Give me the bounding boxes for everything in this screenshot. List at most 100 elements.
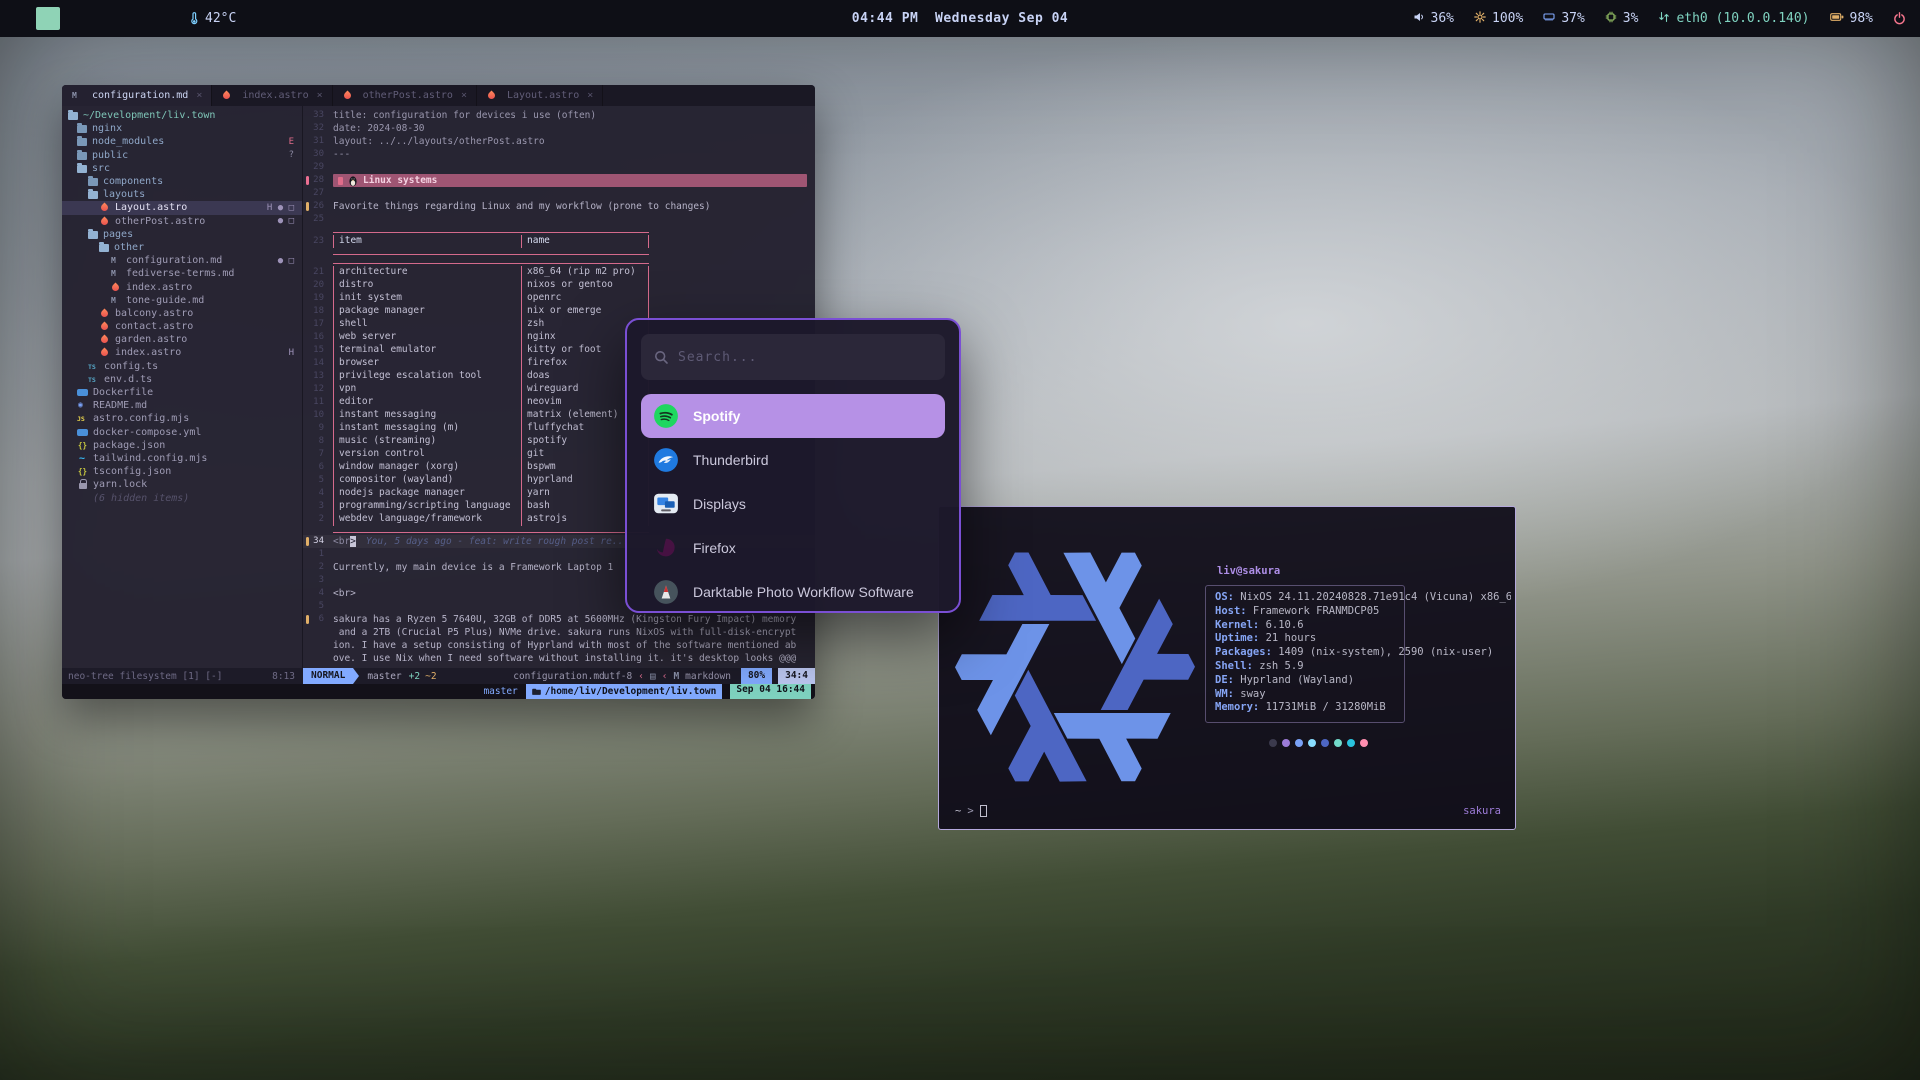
tree-item[interactable]: astro.config.mjs <box>62 412 302 425</box>
table-border-line <box>333 250 649 255</box>
close-icon[interactable]: × <box>461 90 467 101</box>
git-status-marker: ? <box>289 150 298 160</box>
markdown-heading-line[interactable]: 28 Linux systems <box>303 174 815 187</box>
tree-item[interactable]: balcony.astro <box>62 307 302 320</box>
tree-item[interactable]: env.d.ts <box>62 373 302 386</box>
editor-tab[interactable]: otherPost.astro × <box>333 85 477 106</box>
tree-item[interactable]: contact.astro <box>62 320 302 333</box>
tree-item[interactable]: Layout.astro H ● □ <box>62 201 302 214</box>
shell-prompt[interactable]: ~ > <box>955 805 987 817</box>
folder-icon <box>532 687 541 696</box>
tree-item[interactable]: README.md <box>62 399 302 412</box>
memory-module[interactable]: 37% <box>1543 11 1584 27</box>
app-label: Displays <box>693 496 746 512</box>
close-icon[interactable]: × <box>587 90 593 101</box>
clock[interactable]: 04:44 PM Wednesday Sep 04 <box>852 11 1069 26</box>
workspace-button[interactable] <box>92 7 116 30</box>
info-line: DE: Hyprland (Wayland) <box>1215 674 1511 688</box>
tree-root[interactable]: ~/Development/liv.town <box>62 109 302 122</box>
tree-item[interactable]: Dockerfile <box>62 386 302 399</box>
close-icon[interactable]: × <box>317 90 323 101</box>
tree-item[interactable]: tailwind.config.mjs <box>62 452 302 465</box>
file-icon <box>110 268 121 279</box>
tree-item[interactable]: fediverse-terms.md <box>62 267 302 280</box>
launcher-item[interactable]: Thunderbird <box>641 438 945 482</box>
filetype-icon <box>342 90 353 101</box>
tree-item[interactable]: (6 hidden items) <box>62 491 302 504</box>
neo-tree-panel[interactable]: ~/Development/liv.town nginx node_module… <box>62 106 303 668</box>
frontmatter-lines: 33title: configuration for devices i use… <box>303 109 815 174</box>
tree-item[interactable]: otherPost.astro ● □ <box>62 215 302 228</box>
tree-item[interactable]: nginx <box>62 122 302 135</box>
launcher-item[interactable]: Spotify <box>641 394 945 438</box>
buffer-line[interactable]: 33title: configuration for devices i use… <box>303 109 815 122</box>
workspace-button[interactable] <box>148 7 172 30</box>
launcher-item[interactable]: Darktable Photo Workflow Software <box>641 570 945 613</box>
info-line: Packages: 1409 (nix-system), 2590 (nix-u… <box>1215 646 1511 660</box>
buffer-line[interactable]: and a 2TB (Crucial P5 Plus) NVMe drive. … <box>303 626 815 639</box>
search-box[interactable] <box>641 334 945 380</box>
fastfetch-terminal[interactable]: liv@sakura OS: NixOS 24.11.20240828.71e9… <box>938 506 1516 830</box>
tree-item[interactable]: garden.astro <box>62 333 302 346</box>
buffer-line[interactable]: 27 <box>303 187 815 200</box>
buffer-line[interactable]: 25 <box>303 213 815 226</box>
tree-item[interactable]: layouts <box>62 188 302 201</box>
editor-tab[interactable]: index.astro × <box>212 85 332 106</box>
brightness-module[interactable]: 100% <box>1474 11 1523 27</box>
buffer-line[interactable]: 6sakura has a Ryzen 5 7640U, 32GB of DDR… <box>303 613 815 626</box>
workspace-button[interactable] <box>64 7 88 30</box>
editor-tab[interactable]: Layout.astro × <box>477 85 603 106</box>
tree-item[interactable]: configuration.md ● □ <box>62 254 302 267</box>
tree-item[interactable]: components <box>62 175 302 188</box>
buffer-line[interactable]: 31layout: ../../layouts/otherPost.astro <box>303 135 815 148</box>
network-module[interactable]: eth0 (10.0.0.140) <box>1658 11 1809 27</box>
buffer-line[interactable]: ove. I use Nix when I need software with… <box>303 652 815 665</box>
table-row: 18 package manager nix or emerge <box>303 305 815 318</box>
close-icon[interactable]: × <box>196 90 202 101</box>
tree-item[interactable]: src <box>62 162 302 175</box>
tree-item[interactable]: other <box>62 241 302 254</box>
bufferline: configuration.md × index.astro × otherPo… <box>62 85 815 106</box>
power-button[interactable] <box>1893 12 1906 25</box>
workspace-button[interactable] <box>36 7 60 30</box>
volume-module[interactable]: 36% <box>1413 11 1454 27</box>
tree-item[interactable]: yarn.lock <box>62 478 302 491</box>
git-status-marker: H ● □ <box>267 203 298 213</box>
workspace-button[interactable] <box>8 7 32 30</box>
buffer-line[interactable]: 32date: 2024-08-30 <box>303 122 815 135</box>
battery-module[interactable]: 98% <box>1830 11 1873 26</box>
launcher-item[interactable]: Displays <box>641 482 945 526</box>
git-changed: ~2 <box>425 671 436 682</box>
table-border <box>303 257 815 266</box>
workspace-button[interactable] <box>120 7 144 30</box>
tree-item[interactable]: index.astro H <box>62 346 302 359</box>
file-icon <box>110 282 121 293</box>
tree-item[interactable]: package.json <box>62 439 302 452</box>
tree-item[interactable]: node_modules E <box>62 135 302 148</box>
buffer-line[interactable]: 29 <box>303 161 815 174</box>
tree-item[interactable]: public ? <box>62 149 302 162</box>
speaker-icon <box>1413 11 1425 27</box>
editor-tab[interactable]: configuration.md × <box>62 85 212 106</box>
git-branch: master <box>367 671 401 682</box>
buffer-line[interactable]: ion. I have a setup consisting of Hyprla… <box>303 639 815 652</box>
tree-item[interactable]: tone-guide.md <box>62 294 302 307</box>
app-launcher[interactable]: Spotify Thunderbird Disp <box>625 318 961 613</box>
tree-item[interactable]: tsconfig.json <box>62 465 302 478</box>
spotify-icon <box>653 403 679 429</box>
battery-icon <box>1830 11 1844 26</box>
tree-item[interactable]: config.ts <box>62 360 302 373</box>
file-icon <box>77 440 88 451</box>
file-icon <box>88 231 98 239</box>
table-cell-item: web server <box>333 331 521 344</box>
tab-label: configuration.md <box>92 90 188 101</box>
search-input[interactable] <box>678 350 933 365</box>
tree-item[interactable]: docker-compose.yml <box>62 426 302 439</box>
cursor-block: > <box>350 536 356 547</box>
tree-item[interactable]: index.astro <box>62 280 302 293</box>
cpu-module[interactable]: 3% <box>1605 11 1639 27</box>
buffer-line[interactable]: 26Favorite things regarding Linux and my… <box>303 200 815 213</box>
tree-item[interactable]: pages <box>62 228 302 241</box>
buffer-line[interactable]: 30--- <box>303 148 815 161</box>
launcher-item[interactable]: Firefox <box>641 526 945 570</box>
